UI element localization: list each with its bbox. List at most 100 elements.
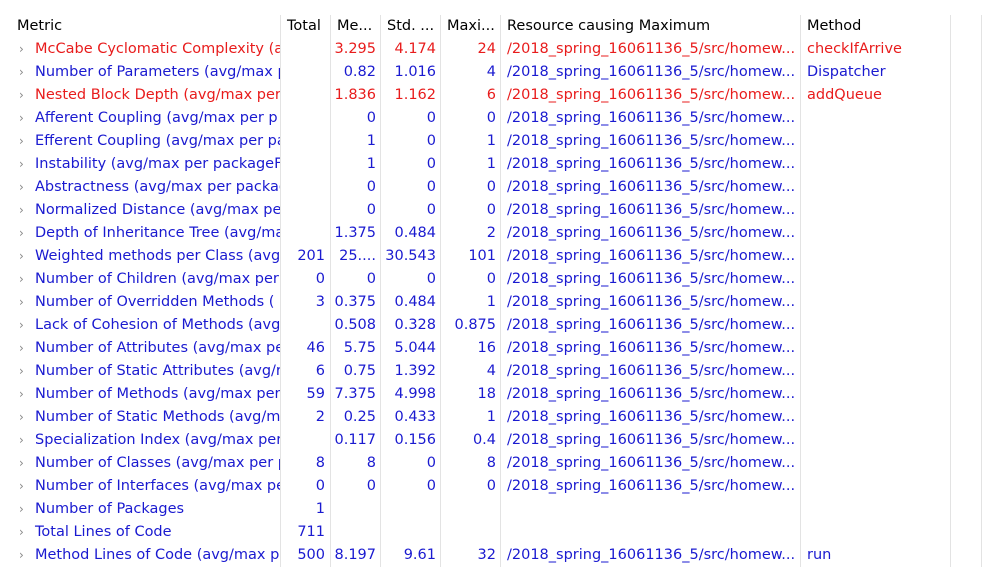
expand-chevron-icon[interactable]: › [19, 107, 24, 129]
column-header-empty [951, 15, 982, 38]
expand-chevron-icon[interactable]: › [19, 153, 24, 175]
cell-empty [951, 245, 982, 268]
cell-std-dev [381, 521, 441, 544]
cell-std-dev: 0 [381, 452, 441, 475]
cell-metric: › Number of Parameters (avg/max p [12, 61, 281, 84]
cell-maximum: 0 [441, 107, 501, 130]
expand-chevron-icon[interactable]: › [19, 475, 24, 497]
expand-chevron-icon[interactable]: › [19, 38, 24, 60]
cell-empty [951, 61, 982, 84]
cell-resource: /2018_spring_16061136_5/src/homew... [501, 176, 801, 199]
expand-chevron-icon[interactable]: › [19, 130, 24, 152]
column-header-resource[interactable]: Resource causing Maximum [501, 15, 801, 38]
cell-empty [951, 84, 982, 107]
expand-chevron-icon[interactable]: › [19, 406, 24, 428]
cell-std-dev: 0 [381, 130, 441, 153]
expand-chevron-icon[interactable]: › [19, 452, 24, 474]
cell-maximum [441, 498, 501, 521]
cell-metric: › Nested Block Depth (avg/max per [12, 84, 281, 107]
cell-resource: /2018_spring_16061136_5/src/homew... [501, 475, 801, 498]
column-header-std-dev[interactable]: Std. ... [381, 15, 441, 38]
metric-label: Number of Attributes (avg/max pe [35, 340, 281, 356]
expand-chevron-icon[interactable]: › [19, 61, 24, 83]
cell-std-dev: 0.328 [381, 314, 441, 337]
expand-chevron-icon[interactable]: › [19, 521, 24, 543]
cell-resource: /2018_spring_16061136_5/src/homew... [501, 130, 801, 153]
expand-chevron-icon[interactable]: › [19, 544, 24, 566]
cell-resource: /2018_spring_16061136_5/src/homew... [501, 383, 801, 406]
expand-chevron-icon[interactable]: › [19, 84, 24, 106]
cell-metric: › Number of Attributes (avg/max pe [12, 337, 281, 360]
expand-chevron-icon[interactable]: › [19, 222, 24, 244]
cell-maximum: 1 [441, 291, 501, 314]
cell-resource: /2018_spring_16061136_5/src/homew... [501, 337, 801, 360]
expand-chevron-icon[interactable]: › [19, 429, 24, 451]
cell-total: 3 [281, 291, 331, 314]
cell-empty [951, 498, 982, 521]
expand-chevron-icon[interactable]: › [19, 314, 24, 336]
cell-std-dev: 0 [381, 199, 441, 222]
cell-total [281, 130, 331, 153]
cell-maximum: 24 [441, 38, 501, 61]
cell-method: Dispatcher [801, 61, 951, 84]
cell-empty [951, 222, 982, 245]
cell-std-dev: 0 [381, 153, 441, 176]
cell-empty [951, 268, 982, 291]
cell-std-dev [381, 498, 441, 521]
cell-empty [951, 360, 982, 383]
column-header-metric[interactable]: Metric [12, 15, 281, 38]
cell-std-dev: 4.998 [381, 383, 441, 406]
cell-maximum: 8 [441, 452, 501, 475]
cell-method [801, 268, 951, 291]
expand-chevron-icon[interactable]: › [19, 268, 24, 290]
cell-empty [951, 199, 982, 222]
cell-resource: /2018_spring_16061136_5/src/homew... [501, 153, 801, 176]
cell-empty [951, 429, 982, 452]
cell-std-dev: 0 [381, 176, 441, 199]
cell-mean: 0.25 [331, 406, 381, 429]
metric-label: Number of Interfaces (avg/max pe [35, 478, 281, 494]
cell-empty [951, 406, 982, 429]
expand-chevron-icon[interactable]: › [19, 291, 24, 313]
cell-maximum: 0.4 [441, 429, 501, 452]
cell-method [801, 452, 951, 475]
cell-total: 8 [281, 452, 331, 475]
cell-metric: › Number of Overridden Methods ( [12, 291, 281, 314]
expand-chevron-icon[interactable]: › [19, 176, 24, 198]
expand-chevron-icon[interactable]: › [19, 199, 24, 221]
cell-total: 59 [281, 383, 331, 406]
cell-maximum: 1 [441, 153, 501, 176]
expand-chevron-icon[interactable]: › [19, 337, 24, 359]
cell-method [801, 222, 951, 245]
metric-label: Method Lines of Code (avg/max p [35, 547, 280, 563]
expand-chevron-icon[interactable]: › [19, 498, 24, 520]
cell-metric: › Weighted methods per Class (avg [12, 245, 281, 268]
column-header-maximum[interactable]: Maxi... [441, 15, 501, 38]
expand-chevron-icon[interactable]: › [19, 245, 24, 267]
column-header-method[interactable]: Method [801, 15, 951, 38]
cell-maximum: 2 [441, 222, 501, 245]
cell-mean: 0 [331, 107, 381, 130]
cell-method [801, 498, 951, 521]
cell-total: 0 [281, 268, 331, 291]
cell-total [281, 153, 331, 176]
cell-method [801, 314, 951, 337]
cell-method [801, 153, 951, 176]
expand-chevron-icon[interactable]: › [19, 360, 24, 382]
column-header-mean[interactable]: Me... [331, 15, 381, 38]
cell-mean: 0 [331, 199, 381, 222]
cell-maximum: 4 [441, 61, 501, 84]
cell-maximum: 0 [441, 176, 501, 199]
cell-total: 2 [281, 406, 331, 429]
column-header-total[interactable]: Total [281, 15, 331, 38]
cell-method [801, 383, 951, 406]
cell-method [801, 107, 951, 130]
cell-empty [951, 314, 982, 337]
expand-chevron-icon[interactable]: › [19, 383, 24, 405]
cell-maximum: 1 [441, 130, 501, 153]
cell-empty [951, 337, 982, 360]
cell-empty [951, 291, 982, 314]
cell-method: checkIfArrive [801, 38, 951, 61]
cell-resource: /2018_spring_16061136_5/src/homew... [501, 245, 801, 268]
cell-metric: › Depth of Inheritance Tree (avg/ma [12, 222, 281, 245]
